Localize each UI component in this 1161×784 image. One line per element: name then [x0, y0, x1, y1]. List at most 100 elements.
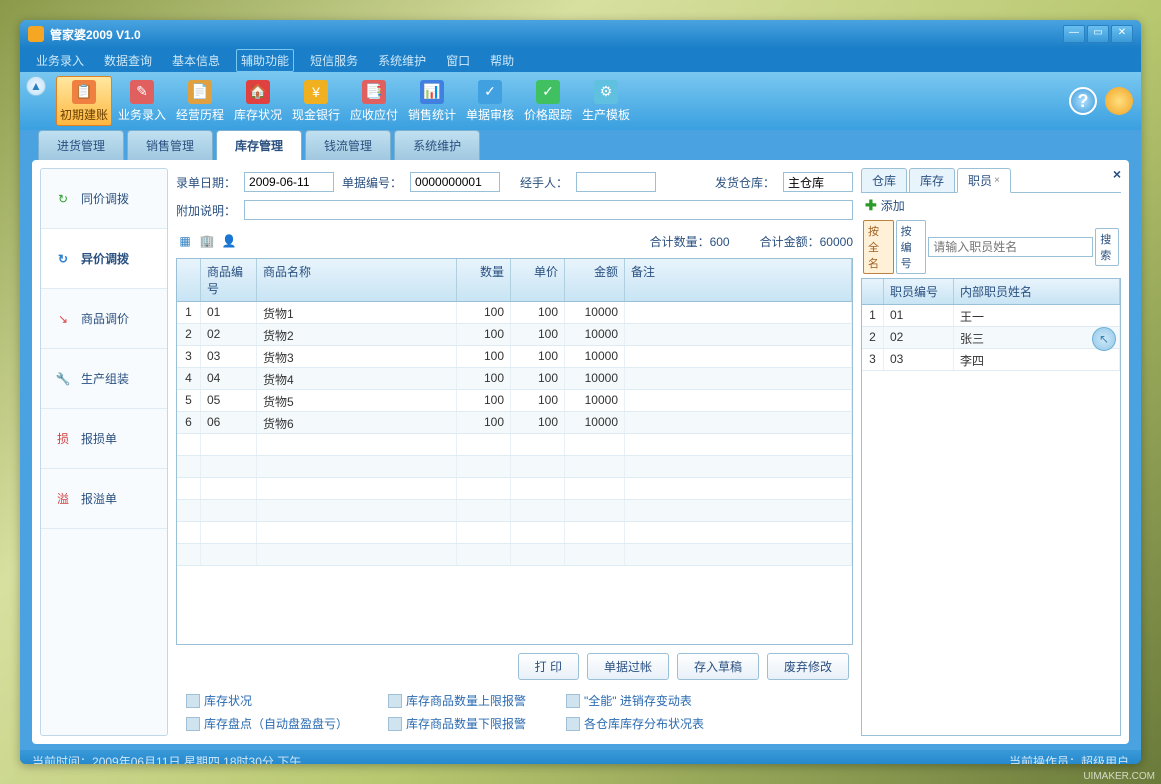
list-icon: [566, 717, 580, 731]
menu-item-5[interactable]: 系统维护: [374, 50, 430, 71]
toolbar-btn-3[interactable]: 🏠库存状况: [230, 76, 286, 126]
grid-header[interactable]: [177, 259, 201, 301]
building-icon[interactable]: 🏢: [198, 232, 216, 250]
sidebar-icon: ↘: [53, 309, 73, 329]
staff-row[interactable]: 101王一: [862, 305, 1120, 327]
toolbar-collapse-icon[interactable]: ▲: [26, 76, 46, 96]
maximize-button[interactable]: ▭: [1087, 25, 1109, 43]
brand-icon[interactable]: [1105, 87, 1133, 115]
rp-tab-1[interactable]: 库存: [909, 168, 955, 192]
person-icon[interactable]: 👤: [220, 232, 238, 250]
menu-item-7[interactable]: 帮助: [486, 50, 518, 71]
note-input[interactable]: [244, 200, 853, 220]
toolbar-btn-5[interactable]: 📑应收应付: [346, 76, 402, 126]
toolbar-btn-2[interactable]: 📄经营历程: [172, 76, 228, 126]
minimize-button[interactable]: —: [1063, 25, 1085, 43]
toolbar-btn-9[interactable]: ⚙生产模板: [578, 76, 634, 126]
grid-header[interactable]: 备注: [625, 259, 852, 301]
menu-item-2[interactable]: 基本信息: [168, 50, 224, 71]
sidebar-item-3[interactable]: 🔧生产组装: [41, 349, 167, 409]
search-input[interactable]: [928, 237, 1093, 257]
toolbar-btn-1[interactable]: ✎业务录入: [114, 76, 170, 126]
grid-icon[interactable]: ▦: [176, 232, 194, 250]
quick-link[interactable]: 库存盘点（自动盘盈盘亏）: [186, 715, 348, 732]
table-row[interactable]: 404货物410010010000: [177, 368, 852, 390]
table-row[interactable]: [177, 544, 852, 566]
panel-close-icon[interactable]: ×: [1113, 166, 1121, 182]
grid-header[interactable]: 商品名称: [257, 259, 457, 301]
rp-grid-header[interactable]: [862, 279, 884, 304]
docno-input[interactable]: [410, 172, 500, 192]
discard-button[interactable]: 废弃修改: [767, 653, 849, 680]
by-code-button[interactable]: 按编号: [896, 220, 927, 274]
close-button[interactable]: ✕: [1111, 25, 1133, 43]
sidebar-item-5[interactable]: 溢报溢单: [41, 469, 167, 529]
table-row[interactable]: 303货物310010010000: [177, 346, 852, 368]
quick-link[interactable]: 库存状况: [186, 692, 348, 709]
rp-tab-2[interactable]: 职员 ×: [957, 168, 1011, 193]
post-button[interactable]: 单据过帐: [587, 653, 669, 680]
module-tab-3[interactable]: 钱流管理: [305, 130, 391, 160]
sidebar-item-2[interactable]: ↘商品调价: [41, 289, 167, 349]
handler-label: 经手人：: [508, 174, 568, 191]
toolbar-icon: ✓: [536, 80, 560, 104]
grid-header[interactable]: 金额: [565, 259, 625, 301]
rp-grid-header[interactable]: 职员编号: [884, 279, 954, 304]
grid-header[interactable]: 数量: [457, 259, 511, 301]
table-row[interactable]: [177, 456, 852, 478]
table-row[interactable]: [177, 434, 852, 456]
table-row[interactable]: 606货物610010010000: [177, 412, 852, 434]
quick-link[interactable]: 库存商品数量下限报警: [388, 715, 526, 732]
rp-grid-header[interactable]: 内部职员姓名: [954, 279, 1120, 304]
table-row[interactable]: 202货物210010010000: [177, 324, 852, 346]
print-button[interactable]: 打 印: [518, 653, 579, 680]
table-row[interactable]: 101货物110010010000: [177, 302, 852, 324]
staff-row[interactable]: 202张三: [862, 327, 1120, 349]
sidebar-item-4[interactable]: 损报损单: [41, 409, 167, 469]
module-tab-2[interactable]: 库存管理: [216, 130, 302, 160]
menu-item-4[interactable]: 短信服务: [306, 50, 362, 71]
menu-item-0[interactable]: 业务录入: [32, 50, 88, 71]
draft-button[interactable]: 存入草稿: [677, 653, 759, 680]
grid-header[interactable]: 商品编号: [201, 259, 257, 301]
grid-header[interactable]: 单价: [511, 259, 565, 301]
module-tab-4[interactable]: 系统维护: [394, 130, 480, 160]
tab-close-icon[interactable]: ×: [994, 175, 1000, 186]
menu-item-3[interactable]: 辅助功能: [236, 49, 294, 72]
menubar: 业务录入数据查询基本信息辅助功能短信服务系统维护窗口帮助: [20, 48, 1141, 72]
staff-row[interactable]: 303李四: [862, 349, 1120, 371]
table-row[interactable]: [177, 522, 852, 544]
list-icon: [388, 717, 402, 731]
module-tab-0[interactable]: 进货管理: [38, 130, 124, 160]
toolbar-btn-7[interactable]: ✓单据审核: [462, 76, 518, 126]
date-input[interactable]: [244, 172, 334, 192]
search-button[interactable]: 搜索: [1095, 228, 1119, 266]
quick-link[interactable]: "全能" 进销存变动表: [566, 692, 704, 709]
toolbar-btn-0[interactable]: 📋初期建账: [56, 76, 112, 126]
form-area: 录单日期： 单据编号： 经手人： 发货仓库： 附加说明： ▦ 🏢: [176, 168, 853, 736]
add-button[interactable]: ✚ 添加: [861, 193, 1121, 218]
warehouse-input[interactable]: [783, 172, 853, 192]
table-row[interactable]: 505货物510010010000: [177, 390, 852, 412]
app-window: 管家婆2009 V1.0 — ▭ ✕ 业务录入数据查询基本信息辅助功能短信服务系…: [20, 20, 1141, 764]
date-label: 录单日期：: [176, 174, 236, 191]
menu-item-6[interactable]: 窗口: [442, 50, 474, 71]
by-fullname-button[interactable]: 按全名: [863, 220, 894, 274]
quick-link[interactable]: 库存商品数量上限报警: [388, 692, 526, 709]
statusbar: 当前时间：2009年06月11日 星期四 18时30分 下午 当前操作员：超级用…: [20, 750, 1141, 764]
sidebar-item-0[interactable]: ↻同价调拨: [41, 169, 167, 229]
handler-input[interactable]: [576, 172, 656, 192]
rp-tab-0[interactable]: 仓库: [861, 168, 907, 192]
total-amt: 合计金额：60000: [760, 233, 853, 250]
toolbar-btn-4[interactable]: ¥现金银行: [288, 76, 344, 126]
toolbar-btn-8[interactable]: ✓价格跟踪: [520, 76, 576, 126]
titlebar: 管家婆2009 V1.0 — ▭ ✕: [20, 20, 1141, 48]
quick-link[interactable]: 各仓库库存分布状况表: [566, 715, 704, 732]
help-icon[interactable]: ?: [1069, 87, 1097, 115]
module-tab-1[interactable]: 销售管理: [127, 130, 213, 160]
menu-item-1[interactable]: 数据查询: [100, 50, 156, 71]
table-row[interactable]: [177, 478, 852, 500]
table-row[interactable]: [177, 500, 852, 522]
toolbar-btn-6[interactable]: 📊销售统计: [404, 76, 460, 126]
sidebar-item-1[interactable]: ↻异价调拨: [41, 229, 167, 289]
